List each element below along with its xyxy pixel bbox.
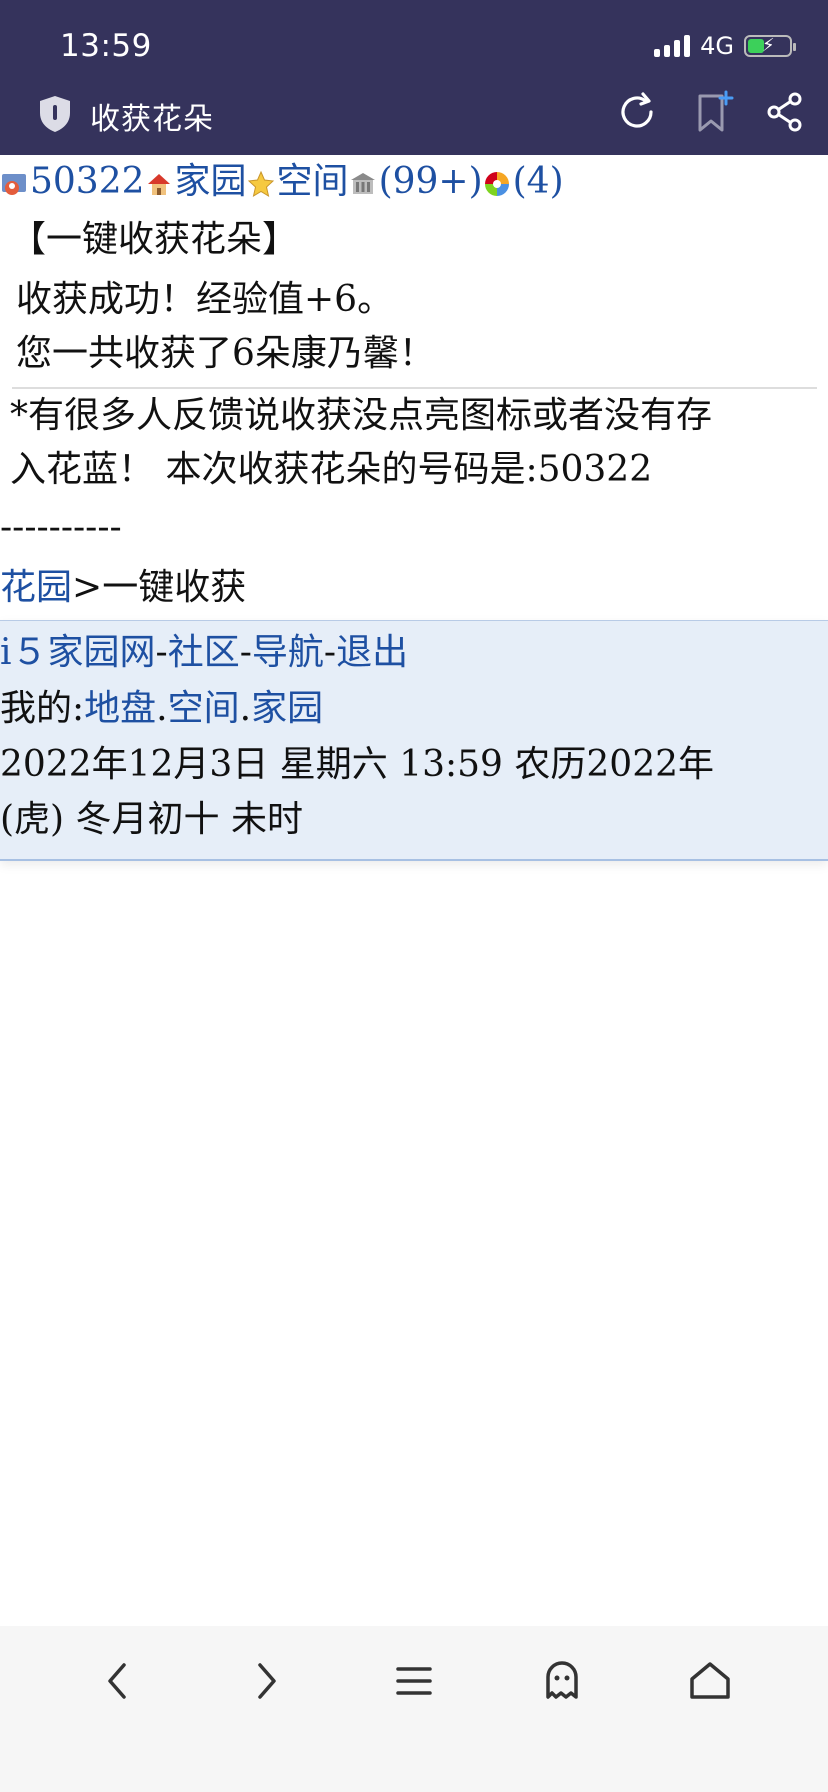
site-link[interactable]: i５家园网: [0, 632, 156, 673]
page-content: 50322 家园 空间 (99+) (4) 【一键收获花朵】 收获成功！经验值+…: [0, 155, 828, 615]
browser-header: 13:59 4G ⚡ 收获花朵: [0, 0, 828, 155]
shield-icon[interactable]: [37, 94, 73, 134]
separator: .: [239, 687, 252, 729]
notice-line-1: *有很多人反馈说收获没点亮图标或者没有存: [10, 395, 713, 436]
title-bar: 收获花朵: [0, 86, 828, 152]
separator: -: [323, 632, 337, 673]
house-icon: [147, 174, 170, 195]
breadcrumb-separator: >: [72, 567, 103, 608]
my-home-link[interactable]: 家园: [251, 688, 323, 729]
menu-icon[interactable]: [384, 1651, 444, 1711]
community-link[interactable]: 社区: [168, 632, 240, 673]
breadcrumb: 花园>一键收获: [0, 561, 828, 615]
land-link[interactable]: 地盘: [84, 688, 156, 729]
logout-link[interactable]: 退出: [336, 632, 408, 673]
share-icon[interactable]: [763, 90, 807, 134]
user-icon: [2, 174, 26, 195]
network-type: 4G: [700, 32, 734, 60]
dash-separator: ----------: [0, 507, 122, 548]
ghost-icon[interactable]: [532, 1651, 592, 1711]
site-nav: i５家园网-社区-导航-退出: [0, 625, 828, 681]
building-icon: [350, 173, 375, 194]
navigation-link[interactable]: 导航: [252, 632, 324, 673]
chevron-right-icon[interactable]: [236, 1651, 296, 1711]
space-link[interactable]: 空间: [277, 161, 349, 202]
refresh-icon[interactable]: [615, 90, 659, 134]
footer-panel: i５家园网-社区-导航-退出 我的:地盘.空间.家园 2022年12月3日 星期…: [0, 620, 828, 861]
separator: -: [155, 632, 168, 673]
nav-links: 50322 家园 空间 (99+) (4): [0, 155, 828, 209]
chevron-left-icon[interactable]: [88, 1651, 148, 1711]
date-line-1: 2022年12月3日 星期六 13:59 农历2022年: [0, 743, 715, 785]
separator: -: [239, 632, 252, 673]
notice-line-2: 入花蓝！ 本次收获花朵的号码是:50322: [10, 449, 653, 490]
bottom-toolbar: [0, 1626, 828, 1792]
battery-icon: ⚡: [744, 35, 796, 57]
pinwheel-icon: [484, 172, 509, 196]
separator: .: [156, 687, 168, 729]
result-line-2: 您一共收获了6朵康乃馨！: [16, 333, 435, 374]
section-heading: 【一键收获花朵】: [10, 219, 299, 260]
star-icon: [247, 170, 274, 198]
status-indicators: 4G ⚡: [654, 32, 796, 60]
home-icon[interactable]: [680, 1651, 740, 1711]
result-line-1: 收获成功！经验值+6。: [16, 279, 394, 320]
extra-link[interactable]: (4): [513, 161, 564, 202]
breadcrumb-garden-link[interactable]: 花园: [0, 567, 72, 608]
signal-icon: [654, 35, 691, 57]
my-space-link[interactable]: 空间: [168, 688, 240, 729]
mine-label: 我的:: [0, 687, 85, 729]
my-links: 我的:地盘.空间.家园: [0, 681, 828, 737]
breadcrumb-current: 一键收获: [102, 567, 247, 608]
user-id-link[interactable]: 50322: [30, 161, 145, 202]
messages-link[interactable]: (99+): [379, 161, 483, 202]
home-link[interactable]: 家园: [175, 161, 247, 202]
date-line-2: (虎) 冬月初十 未时: [0, 799, 303, 841]
bookmark-add-icon[interactable]: [692, 90, 736, 134]
page-title: 收获花朵: [90, 102, 214, 137]
status-time: 13:59: [60, 28, 152, 64]
